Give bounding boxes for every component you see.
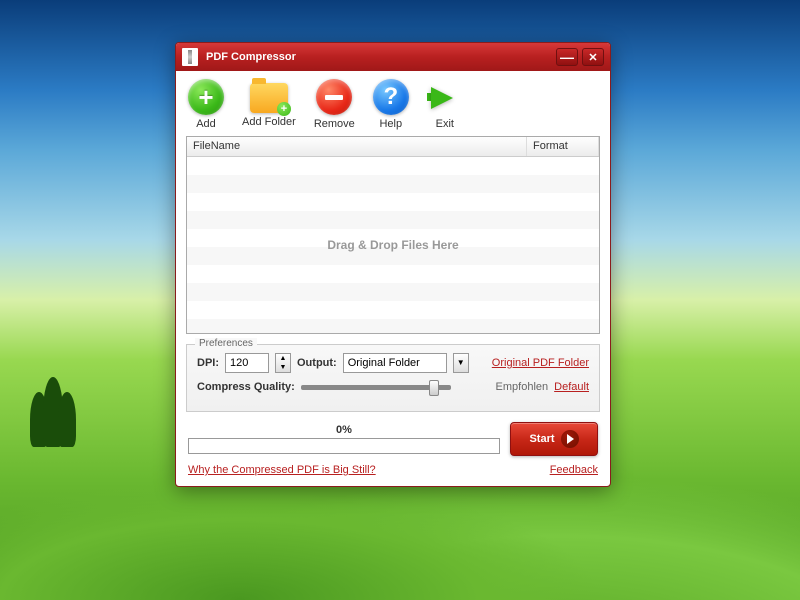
folder-plus-icon [250, 83, 288, 113]
start-label: Start [529, 433, 554, 445]
dpi-spinner[interactable]: ▲▼ [275, 353, 291, 373]
toolbar: Add Add Folder Remove Help Exit [176, 71, 610, 136]
col-filename[interactable]: FileName [187, 137, 527, 156]
quality-slider[interactable] [301, 385, 451, 390]
progress-percent: 0% [336, 424, 352, 436]
file-list[interactable]: FileName Format Drag & Drop Files Here [186, 136, 600, 334]
add-folder-label: Add Folder [242, 116, 296, 128]
original-folder-link[interactable]: Original PDF Folder [492, 357, 589, 369]
file-list-body[interactable]: Drag & Drop Files Here [187, 157, 599, 333]
exit-label: Exit [436, 118, 454, 130]
output-select[interactable] [343, 353, 447, 373]
remove-label: Remove [314, 118, 355, 130]
progress-bar [188, 438, 500, 454]
quality-label: Compress Quality: [197, 381, 295, 393]
remove-button[interactable]: Remove [314, 79, 355, 130]
col-format[interactable]: Format [527, 137, 599, 156]
prefs-legend: Preferences [195, 338, 257, 349]
start-button[interactable]: Start [510, 422, 598, 456]
output-label: Output: [297, 357, 337, 369]
bottom-bar: 0% Start [176, 418, 610, 464]
empfohlen-label: Empfohlen [496, 381, 549, 393]
exit-button[interactable]: Exit [427, 79, 463, 130]
dpi-input[interactable] [225, 353, 269, 373]
output-dropdown-button[interactable]: ▼ [453, 353, 469, 373]
close-icon: ✕ [588, 51, 597, 64]
minimize-icon: — [560, 54, 574, 60]
question-icon [373, 79, 409, 115]
footer: Why the Compressed PDF is Big Still? Fee… [176, 464, 610, 486]
help-label: Help [379, 118, 402, 130]
close-button[interactable]: ✕ [582, 48, 604, 66]
default-link[interactable]: Default [554, 381, 589, 393]
feedback-link[interactable]: Feedback [550, 464, 598, 476]
file-list-header: FileName Format [187, 137, 599, 157]
arrow-right-icon [427, 79, 463, 115]
why-big-link[interactable]: Why the Compressed PDF is Big Still? [188, 464, 376, 476]
window-title: PDF Compressor [206, 51, 296, 63]
add-label: Add [196, 118, 216, 130]
plus-icon [188, 79, 224, 115]
app-icon [182, 48, 198, 66]
drop-hint: Drag & Drop Files Here [327, 238, 458, 252]
dpi-label: DPI: [197, 357, 219, 369]
slider-thumb[interactable] [429, 380, 439, 396]
minus-icon [316, 79, 352, 115]
add-button[interactable]: Add [188, 79, 224, 130]
desktop-trees [30, 377, 71, 450]
chevron-right-icon [561, 430, 579, 448]
help-button[interactable]: Help [373, 79, 409, 130]
preferences-panel: Preferences DPI: ▲▼ Output: ▼ Original P… [186, 344, 600, 412]
titlebar[interactable]: PDF Compressor — ✕ [176, 43, 610, 71]
add-folder-button[interactable]: Add Folder [242, 79, 296, 130]
app-window: PDF Compressor — ✕ Add Add Folder Remove… [175, 42, 611, 487]
progress-wrap: 0% [188, 424, 500, 454]
minimize-button[interactable]: — [556, 48, 578, 66]
